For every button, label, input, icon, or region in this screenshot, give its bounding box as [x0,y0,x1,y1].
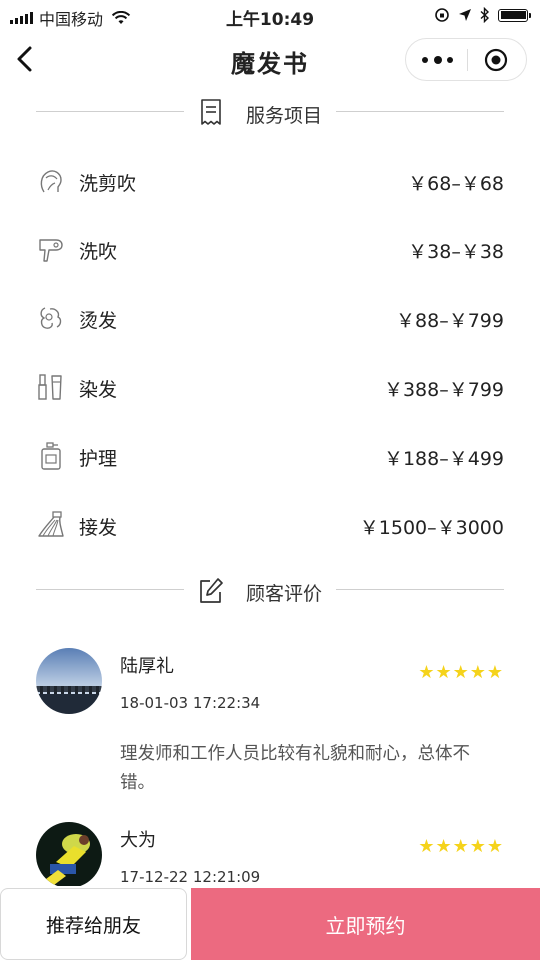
status-bar: 中国移动 上午10:49 [0,0,540,32]
service-price: ￥88–￥799 [396,310,504,332]
service-name: 烫发 [79,310,118,332]
rating-stars: ★★★★★ [418,662,504,683]
orientation-lock-icon [435,8,449,22]
service-item[interactable]: 洗吹 ￥38–￥38 [36,224,504,274]
service-item[interactable]: 烫发 ￥88–￥799 [36,293,504,343]
reviewer-name: 陆厚礼 [120,656,174,677]
head-icon [40,170,62,193]
bluetooth-icon [480,7,490,23]
service-price: ￥188–￥499 [383,448,504,470]
avatar[interactable] [36,822,102,886]
capsule-divider [467,49,468,71]
battery-icon [498,8,531,22]
service-item[interactable]: 护理 ￥188–￥499 [36,431,504,481]
status-right [434,7,531,23]
hair-extension-icon [38,511,64,537]
service-item[interactable]: 洗剪吹 ￥68–￥68 [36,156,504,206]
nav-bar: 魔发书 [0,32,540,88]
divider-line [336,111,504,112]
receipt-icon [201,99,221,125]
close-mini-program-icon[interactable] [484,48,508,72]
service-price: ￥1500–￥3000 [359,517,504,539]
service-name: 护理 [79,448,118,470]
service-item[interactable]: 染发 ￥388–￥799 [36,362,504,412]
reviews-section-title: 顾客评价 [246,583,323,605]
divider-line [336,589,504,590]
curl-icon [40,307,62,329]
review-text: 理发师和工作人员比较有礼貌和耐心，总体不错。 [120,744,470,793]
service-price: ￥388–￥799 [383,379,504,401]
divider-line [36,589,184,590]
dye-brush-icon [38,374,62,400]
service-name: 染发 [79,379,118,401]
service-item[interactable]: 接发 ￥1500–￥3000 [36,500,504,550]
review-item: 大为 17-12-22 12:21:09 ★★★★★ [36,822,504,886]
edit-icon [200,578,223,603]
reviews-section-header: 顾客评价 [36,570,504,610]
book-now-button[interactable]: 立即预约 [191,888,540,960]
services-section-title: 服务项目 [246,105,323,127]
service-price: ￥68–￥68 [408,173,504,195]
avatar[interactable] [36,648,102,714]
bottom-action-bar: 推荐给朋友 立即预约 [0,886,540,960]
battery-fill [500,11,526,19]
reviewer-name: 大为 [120,830,156,851]
hair-dryer-icon [39,239,63,262]
recommend-to-friend-button[interactable]: 推荐给朋友 [0,888,187,960]
review-item: 陆厚礼 18-01-03 17:22:34 ★★★★★ 理发师和工作人员比较有礼… [36,648,504,808]
review-time: 17-12-22 12:21:09 [120,868,261,886]
service-name: 洗吹 [79,241,118,263]
service-name: 接发 [79,517,118,539]
more-dots-icon[interactable] [420,52,454,68]
divider-line [36,111,184,112]
mini-program-capsule [405,38,527,81]
review-time: 18-01-03 17:22:34 [120,694,261,712]
rating-stars: ★★★★★ [418,836,504,857]
services-section-header: 服务项目 [36,92,504,132]
care-bottle-icon [41,442,61,470]
service-price: ￥38–￥38 [408,241,504,263]
service-name: 洗剪吹 [79,173,137,195]
location-icon [459,9,471,21]
